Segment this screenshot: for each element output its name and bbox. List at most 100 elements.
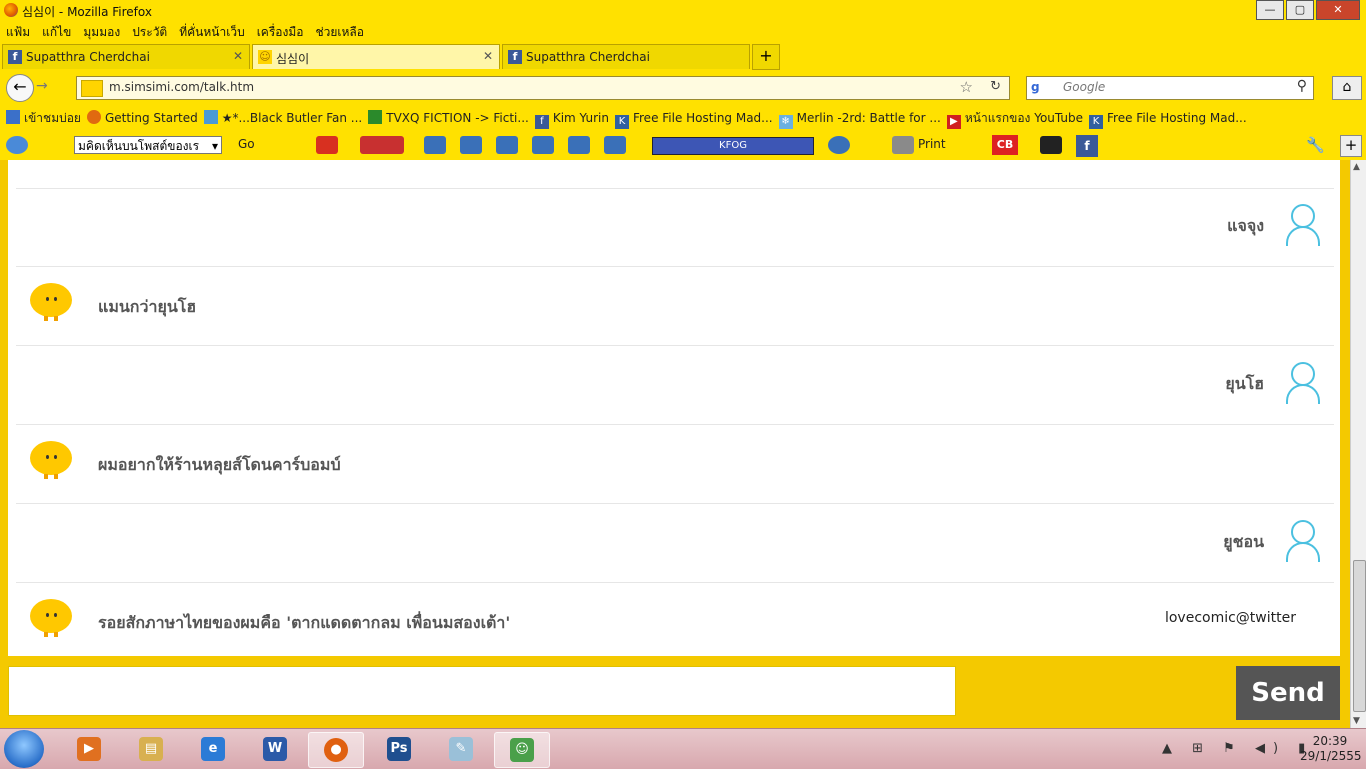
site-identity-icon[interactable] bbox=[81, 80, 103, 97]
menu-edit[interactable]: แก้ไข bbox=[42, 22, 71, 42]
tool-icon[interactable] bbox=[604, 136, 626, 154]
toolbar-select[interactable]: มคิดเห็นบนโพสต์ของเร bbox=[74, 136, 222, 155]
send-button[interactable]: Send bbox=[1236, 666, 1340, 720]
page-scrollbar[interactable]: ▲ ▼ bbox=[1350, 160, 1366, 728]
taskbar-internet-explorer[interactable]: e bbox=[186, 732, 240, 766]
home-button[interactable]: ⌂ bbox=[1332, 76, 1362, 100]
bookmark-most-visited[interactable]: เข้าชมบ่อย bbox=[6, 108, 81, 128]
taskbar-notes[interactable]: ✎ bbox=[434, 732, 488, 766]
scroll-down-icon[interactable]: ▼ bbox=[1353, 716, 1360, 726]
scroll-thumb[interactable] bbox=[1353, 560, 1366, 712]
start-button[interactable] bbox=[4, 730, 44, 768]
print-icon[interactable] bbox=[892, 136, 914, 154]
navigation-bar: ← → m.simsimi.com/talk.htm ☆ ↻ g Google … bbox=[0, 72, 1366, 104]
menu-file[interactable]: แฟ้ม bbox=[6, 22, 30, 42]
chat-row-user: ยูชอน bbox=[16, 504, 1334, 583]
menu-view[interactable]: มุมมอง bbox=[83, 22, 120, 42]
taskbar-explorer[interactable]: ▤ bbox=[124, 732, 178, 766]
play-icon[interactable] bbox=[532, 136, 554, 154]
system-tray-icons[interactable]: ▲ ⊞ ⚑ ◀) ▮ bbox=[1162, 741, 1313, 756]
menu-bookmarks[interactable]: ที่คั่นหน้าเว็บ bbox=[179, 22, 244, 42]
taskbar-messenger[interactable]: ☺ bbox=[494, 732, 550, 768]
tool-icon[interactable] bbox=[460, 136, 482, 154]
search-icon[interactable]: ⚲ bbox=[1297, 78, 1307, 94]
bookmark-file-hosting-2[interactable]: K Free File Hosting Mad... bbox=[1089, 108, 1247, 129]
taskbar-clock[interactable]: 20:39 29/1/2555 bbox=[1300, 734, 1362, 764]
close-tab-icon[interactable]: ✕ bbox=[233, 49, 243, 63]
scroll-up-icon[interactable]: ▲ bbox=[1353, 162, 1360, 172]
add-button[interactable]: + bbox=[1340, 135, 1362, 157]
facebook-icon: f bbox=[508, 50, 522, 64]
menu-help[interactable]: ช่วยเหลือ bbox=[315, 22, 364, 42]
tool-icon[interactable] bbox=[828, 136, 850, 154]
back-button[interactable]: ← bbox=[6, 74, 34, 102]
tab-simsimi[interactable]: ☺ 심심이 ✕ bbox=[252, 44, 500, 69]
address-bar[interactable]: m.simsimi.com/talk.htm ☆ ↻ bbox=[76, 76, 1010, 100]
tab-facebook-1[interactable]: f Supatthra Cherdchai ✕ bbox=[2, 44, 250, 69]
media-player-icon: ▶ bbox=[77, 737, 101, 761]
clock-date: 29/1/2555 bbox=[1300, 749, 1362, 763]
tool-icon[interactable] bbox=[568, 136, 590, 154]
taskbar-photoshop[interactable]: Ps bbox=[372, 732, 426, 766]
menu-tools[interactable]: เครื่องมือ bbox=[257, 22, 304, 42]
bookmark-kim-yurin[interactable]: f Kim Yurin bbox=[534, 108, 609, 129]
chat-row-user: แจจุง bbox=[16, 188, 1334, 267]
folder-icon: ▤ bbox=[139, 737, 163, 761]
simsimi-message: แมนกว่ายุนโฮ bbox=[98, 297, 197, 316]
bookmark-tvxq-fiction[interactable]: TVXQ FICTION -> Ficti... bbox=[368, 108, 529, 128]
message-input[interactable] bbox=[8, 666, 956, 716]
url-text: m.simsimi.com/talk.htm bbox=[109, 80, 255, 94]
chat-row bbox=[16, 160, 1334, 189]
taskbar-media-player[interactable]: ▶ bbox=[62, 732, 116, 766]
facebook-icon[interactable]: f bbox=[1076, 135, 1098, 157]
print-button[interactable]: Print bbox=[918, 137, 946, 151]
bookmark-icon bbox=[203, 110, 218, 124]
firefox-icon bbox=[4, 3, 18, 17]
user-avatar-icon bbox=[1284, 362, 1322, 404]
simsimi-avatar-icon bbox=[30, 441, 72, 479]
bookmark-star-icon[interactable]: ☆ bbox=[960, 78, 973, 96]
tool-icon[interactable] bbox=[496, 136, 518, 154]
maximize-button[interactable]: ▢ bbox=[1286, 0, 1314, 20]
tool-icon[interactable] bbox=[1040, 136, 1062, 154]
facebook-icon: f bbox=[534, 115, 549, 129]
taskbar-word[interactable]: W bbox=[248, 732, 302, 766]
close-tab-icon[interactable]: ✕ bbox=[483, 49, 493, 63]
search-placeholder: Google bbox=[1063, 80, 1106, 94]
bookmark-icon bbox=[368, 110, 383, 124]
user-avatar-icon bbox=[1284, 520, 1322, 562]
user-message: ยูชอน bbox=[1223, 532, 1264, 551]
minimize-button[interactable]: — bbox=[1256, 0, 1284, 20]
bookmark-icon bbox=[6, 110, 20, 124]
user-message: ยุนโฮ bbox=[1225, 374, 1264, 393]
wifi-icon[interactable] bbox=[6, 136, 28, 154]
wrench-icon[interactable]: 🔧 bbox=[1306, 136, 1325, 154]
forward-button[interactable]: → bbox=[36, 78, 48, 94]
radio-player[interactable]: KFOG bbox=[652, 137, 814, 155]
search-box[interactable]: g Google ⚲ bbox=[1026, 76, 1314, 100]
simsimi-avatar-icon bbox=[30, 599, 72, 637]
google-icon[interactable]: g bbox=[1031, 80, 1040, 94]
bookmark-file-hosting-1[interactable]: K Free File Hosting Mad... bbox=[614, 108, 773, 129]
windows-taskbar: ▶ ▤ e W ● Ps ✎ ☺ ▲ ⊞ ⚑ ◀) ▮ 20:39 29/1/2… bbox=[0, 728, 1366, 769]
close-window-button[interactable]: ✕ bbox=[1316, 0, 1360, 20]
addon-toolbar: มคิดเห็นบนโพสต์ของเร Go KFOG Print CB f … bbox=[0, 132, 1366, 158]
tool-icon[interactable] bbox=[424, 136, 446, 154]
chat-row-sim: ผมอยากให้ร้านหลุยส์โดนคาร์บอมบ์ bbox=[16, 425, 1334, 504]
bookmark-getting-started[interactable]: Getting Started bbox=[86, 108, 198, 128]
bookmark-black-butler[interactable]: ★*...Black Butler Fan ... bbox=[203, 108, 362, 128]
title-bar: 심심이 - Mozilla Firefox — ▢ ✕ bbox=[0, 0, 1366, 22]
photoshop-icon: Ps bbox=[387, 737, 411, 761]
bookmark-youtube[interactable]: ▶ หน้าแรกของ YouTube bbox=[946, 108, 1083, 129]
mario-icon[interactable] bbox=[316, 136, 338, 154]
bookmark-merlin[interactable]: ❄ Merlin -2rd: Battle for ... bbox=[778, 108, 941, 129]
new-tab-button[interactable]: + bbox=[752, 44, 780, 70]
tab-facebook-2[interactable]: f Supatthra Cherdchai bbox=[502, 44, 750, 69]
go-button[interactable]: Go bbox=[238, 137, 255, 151]
taskbar-firefox[interactable]: ● bbox=[308, 732, 364, 768]
cb-button[interactable]: CB bbox=[992, 135, 1018, 155]
reload-icon[interactable]: ↻ bbox=[990, 79, 1001, 94]
youtube-icon[interactable] bbox=[360, 136, 404, 154]
bookmarks-toolbar: เข้าชมบ่อย Getting Started ★*...Black Bu… bbox=[0, 108, 1247, 129]
menu-history[interactable]: ประวัติ bbox=[132, 22, 167, 42]
